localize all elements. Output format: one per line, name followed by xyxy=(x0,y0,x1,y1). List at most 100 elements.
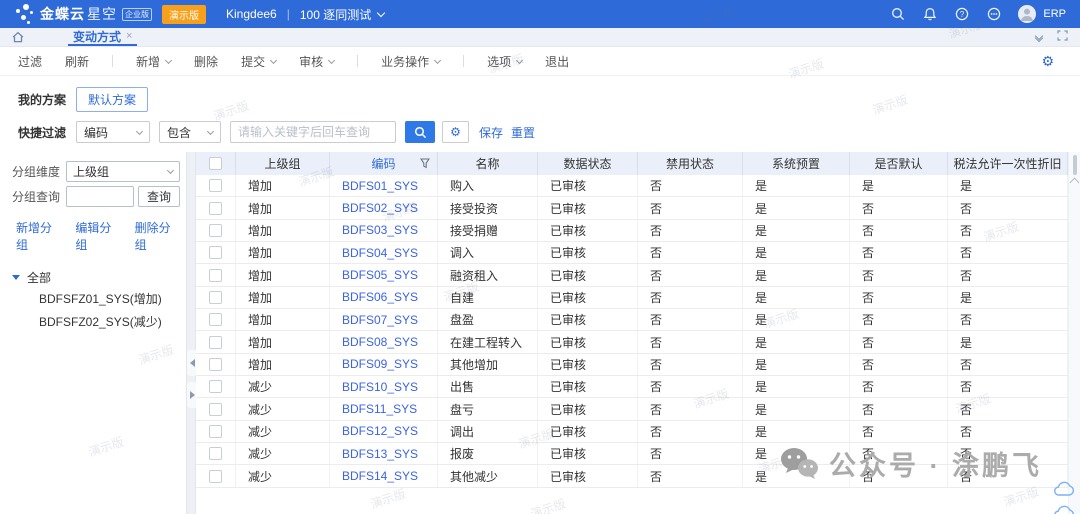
row-checkbox[interactable] xyxy=(209,269,222,282)
group-action-2[interactable]: 编辑分组 xyxy=(75,219,120,253)
row-checkbox[interactable] xyxy=(209,291,222,304)
table-row[interactable]: 增加BDFS07_SYS盘盈已审核否是否否 xyxy=(196,309,1080,331)
tree-node-1[interactable]: BDFSFZ01_SYS(增加) xyxy=(12,288,180,310)
toolbar-settings-gear-icon[interactable]: ⚙ xyxy=(1041,53,1054,70)
column-header-1[interactable]: 上级组 xyxy=(236,152,330,175)
toolbar-button-2[interactable]: 刷新 xyxy=(65,53,89,70)
default-scheme-button[interactable]: 默认方案 xyxy=(76,87,148,112)
group-dimension-select[interactable]: 上级组 xyxy=(66,161,180,182)
toolbar-button-4[interactable]: 删除 xyxy=(194,53,218,70)
column-header-6[interactable]: 系统预置 xyxy=(743,152,850,175)
toolbar-button-3[interactable]: 新增 xyxy=(136,53,171,70)
vertical-scrollbar[interactable] xyxy=(1068,152,1080,514)
code-link[interactable]: BDFS05_SYS xyxy=(330,264,438,285)
table-cell: 减少 xyxy=(236,398,330,419)
column-header-5[interactable]: 禁用状态 xyxy=(638,152,743,175)
table-row[interactable]: 增加BDFS01_SYS购入已审核否是是是 xyxy=(196,175,1080,197)
table-row[interactable]: 减少BDFS11_SYS盘亏已审核否是否否 xyxy=(196,398,1080,420)
assistant-cloud-icon-2[interactable] xyxy=(1053,505,1075,514)
filter-operator-select[interactable]: 包含 xyxy=(159,121,221,143)
code-link[interactable]: BDFS08_SYS xyxy=(330,331,438,352)
row-checkbox[interactable] xyxy=(209,380,222,393)
save-link[interactable]: 保存 xyxy=(479,124,503,141)
row-checkbox[interactable] xyxy=(209,246,222,259)
table-row[interactable]: 增加BDFS04_SYS调入已审核否是否否 xyxy=(196,242,1080,264)
table-row[interactable]: 增加BDFS05_SYS融资租入已审核否是否否 xyxy=(196,264,1080,286)
code-link[interactable]: BDFS14_SYS xyxy=(330,465,438,486)
group-query-input[interactable] xyxy=(66,186,134,207)
keyword-search-input[interactable] xyxy=(230,121,396,143)
table-row[interactable]: 增加BDFS03_SYS接受捐赠已审核否是否否 xyxy=(196,220,1080,242)
tree-root-all[interactable]: 全部 xyxy=(12,266,180,288)
code-link[interactable]: BDFS11_SYS xyxy=(330,398,438,419)
code-link[interactable]: BDFS06_SYS xyxy=(330,287,438,308)
feedback-chat-icon[interactable] xyxy=(986,7,1001,22)
apps-grid-icon[interactable] xyxy=(37,31,49,43)
scrollbar-thumb[interactable] xyxy=(1073,155,1077,175)
code-link[interactable]: BDFS12_SYS xyxy=(330,421,438,442)
code-link[interactable]: BDFS01_SYS xyxy=(330,175,438,196)
home-icon[interactable] xyxy=(12,31,24,43)
help-icon[interactable]: ? xyxy=(954,7,969,22)
user-avatar[interactable] xyxy=(1018,5,1036,23)
column-header-4[interactable]: 数据状态 xyxy=(538,152,638,175)
collapse-tabs-icon[interactable] xyxy=(1036,33,1042,41)
tree-node-2[interactable]: BDFSFZ02_SYS(减少) xyxy=(12,311,180,333)
tab-close-icon[interactable]: × xyxy=(126,30,132,42)
row-checkbox[interactable] xyxy=(209,179,222,192)
assistant-cloud-icon[interactable] xyxy=(1053,481,1075,500)
filter-funnel-icon[interactable] xyxy=(420,158,430,169)
toolbar-button-8[interactable]: 选项 xyxy=(487,53,522,70)
row-checkbox[interactable] xyxy=(209,358,222,371)
filter-field-select[interactable]: 编码 xyxy=(76,121,150,143)
toolbar-button-6[interactable]: 审核 xyxy=(299,53,334,70)
table-cell: 否 xyxy=(850,354,948,375)
row-checkbox[interactable] xyxy=(209,403,222,416)
column-header-8[interactable]: 税法允许一次性折旧 xyxy=(948,152,1068,175)
row-checkbox[interactable] xyxy=(209,447,222,460)
code-link[interactable]: BDFS02_SYS xyxy=(330,197,438,218)
column-header-3[interactable]: 名称 xyxy=(438,152,538,175)
table-row[interactable]: 减少BDFS10_SYS出售已审核否是否否 xyxy=(196,376,1080,398)
code-link[interactable]: BDFS10_SYS xyxy=(330,376,438,397)
notification-bell-icon[interactable] xyxy=(922,7,937,22)
fullscreen-icon[interactable] xyxy=(1057,30,1068,44)
code-link[interactable]: BDFS07_SYS xyxy=(330,309,438,330)
toolbar-button-7[interactable]: 业务操作 xyxy=(381,53,440,70)
table-row[interactable]: 增加BDFS02_SYS接受投资已审核否是否否 xyxy=(196,197,1080,219)
group-query-button[interactable]: 查询 xyxy=(138,186,180,207)
tab-change-method[interactable]: 变动方式 × xyxy=(68,28,137,46)
row-checkbox[interactable] xyxy=(209,470,222,483)
toolbar-button-5[interactable]: 提交 xyxy=(241,53,276,70)
table-row[interactable]: 增加BDFS09_SYS其他增加已审核否是否否 xyxy=(196,354,1080,376)
code-link[interactable]: BDFS13_SYS xyxy=(330,443,438,464)
select-all-checkbox[interactable] xyxy=(209,157,222,170)
filter-settings-button[interactable]: ⚙ xyxy=(442,121,469,143)
code-link[interactable]: BDFS09_SYS xyxy=(330,354,438,375)
toolbar-button-9[interactable]: 退出 xyxy=(545,53,569,70)
row-checkbox[interactable] xyxy=(209,313,222,326)
search-button[interactable] xyxy=(405,121,435,143)
reset-link[interactable]: 重置 xyxy=(511,124,535,141)
toolbar-button-label: 退出 xyxy=(545,53,569,70)
toolbar-button-1[interactable]: 过滤 xyxy=(18,53,42,70)
account-switcher[interactable]: Kingdee6 | 100 逐同测试 xyxy=(226,6,384,23)
tree-root-label: 全部 xyxy=(27,269,51,286)
table-row[interactable]: 增加BDFS06_SYS自建已审核否是否是 xyxy=(196,287,1080,309)
table-row[interactable]: 减少BDFS14_SYS其他减少已审核否是否否 xyxy=(196,465,1080,487)
row-checkbox[interactable] xyxy=(209,224,222,237)
panel-splitter[interactable] xyxy=(186,152,196,514)
row-checkbox[interactable] xyxy=(209,336,222,349)
table-row[interactable]: 减少BDFS12_SYS调出已审核否是否否 xyxy=(196,421,1080,443)
group-action-3[interactable]: 删除分组 xyxy=(135,219,180,253)
table-row[interactable]: 减少BDFS13_SYS报废已审核否是否否 xyxy=(196,443,1080,465)
table-row[interactable]: 增加BDFS08_SYS在建工程转入已审核否是否是 xyxy=(196,331,1080,353)
row-checkbox[interactable] xyxy=(209,202,222,215)
column-header-7[interactable]: 是否默认 xyxy=(850,152,948,175)
row-checkbox[interactable] xyxy=(209,425,222,438)
code-link[interactable]: BDFS03_SYS xyxy=(330,220,438,241)
group-action-1[interactable]: 新增分组 xyxy=(16,219,61,253)
column-header-2[interactable]: 编码 xyxy=(330,152,438,175)
search-icon[interactable] xyxy=(890,7,905,22)
code-link[interactable]: BDFS04_SYS xyxy=(330,242,438,263)
